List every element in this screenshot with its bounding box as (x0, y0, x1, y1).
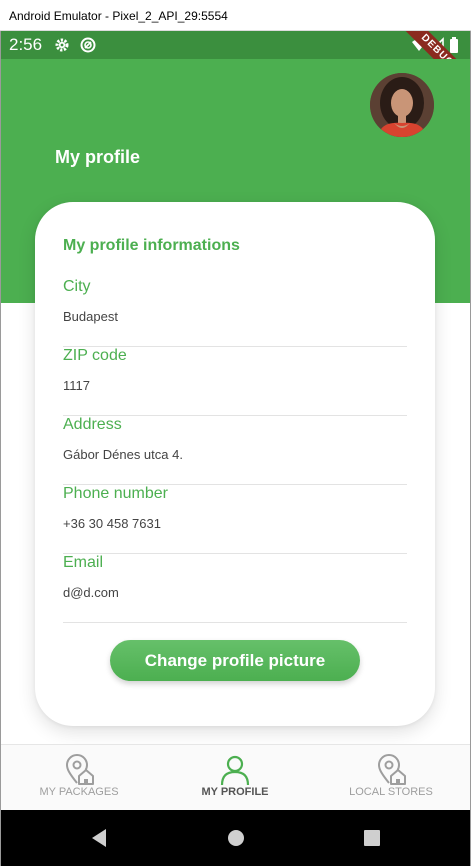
field-label: City (63, 278, 91, 295)
email-field: Email d@d.com (63, 554, 407, 623)
page-title: My profile (55, 147, 141, 167)
zip-code-field: ZIP code 1117 (63, 347, 407, 416)
location-home-icon (65, 754, 94, 785)
bottom-navigation: MY PACKAGES MY PROFILE LOCAL STORES (1, 744, 470, 810)
profile-avatar[interactable] (370, 73, 434, 137)
nav-label: LOCAL STORES (349, 786, 433, 798)
field-value: Gábor Dénes utca 4. (63, 447, 183, 462)
field-label: ZIP code (63, 347, 127, 364)
nav-label: MY PACKAGES (39, 786, 119, 798)
field-value: Budapest (63, 309, 118, 324)
recents-icon[interactable] (360, 826, 384, 850)
nav-item-local-stores[interactable]: LOCAL STORES (313, 745, 469, 811)
city-field: City Budapest (63, 278, 407, 347)
change-profile-picture-button[interactable]: Change profile picture (110, 640, 360, 681)
settings-gear-icon (55, 38, 69, 52)
phone-number-field: Phone number +36 30 458 7631 (63, 485, 407, 554)
status-time: 2:56 (9, 35, 43, 54)
card-title: My profile informations (63, 237, 240, 254)
nav-item-my-packages[interactable]: MY PACKAGES (1, 745, 157, 811)
field-label: Phone number (63, 485, 168, 502)
profile-info-card: My profile informations City Budapest ZI… (35, 202, 435, 726)
back-icon[interactable] (88, 826, 112, 850)
sync-status-icon (80, 37, 96, 53)
window-title: Android Emulator - Pixel_2_API_29:5554 (9, 9, 228, 23)
system-navigation-bar (1, 810, 470, 866)
status-bar: 2:56 DEBUG (1, 31, 470, 59)
field-value: 1117 (63, 378, 90, 393)
person-icon (220, 755, 250, 786)
field-label: Address (63, 416, 122, 433)
field-value: d@d.com (63, 585, 119, 600)
field-value: +36 30 458 7631 (63, 516, 161, 531)
address-field: Address Gábor Dénes utca 4. (63, 416, 407, 485)
nav-item-my-profile[interactable]: MY PROFILE (157, 745, 313, 811)
avatar-portrait-image (370, 73, 434, 137)
battery-icon (450, 37, 458, 53)
window-title-bar: Android Emulator - Pixel_2_API_29:5554 (0, 0, 471, 31)
location-home-icon (377, 754, 406, 785)
nav-label: MY PROFILE (201, 786, 269, 798)
home-icon[interactable] (224, 826, 248, 850)
field-label: Email (63, 554, 104, 571)
